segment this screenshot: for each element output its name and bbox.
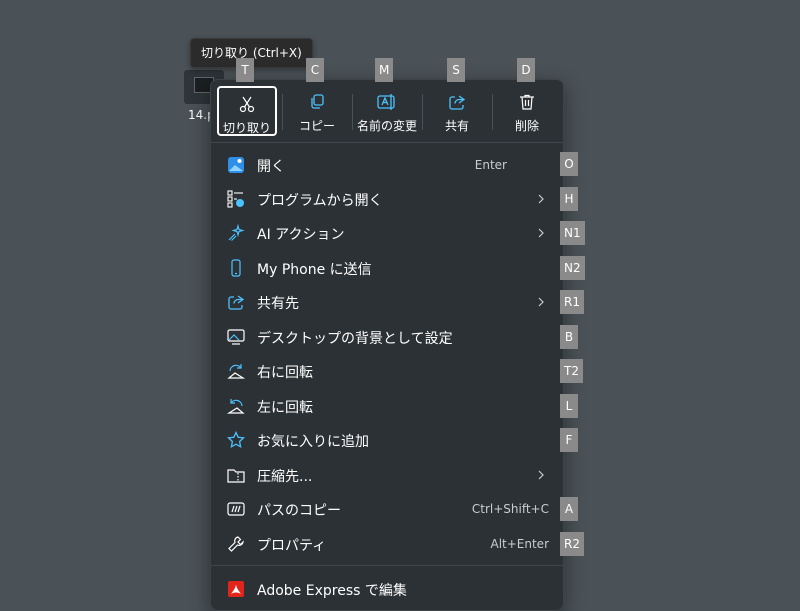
menu-item-label: 共有先 [257, 296, 299, 312]
menu-item-label: プロパティ [257, 538, 327, 554]
menu-item-share-to[interactable]: 共有先 [211, 285, 563, 319]
menu-item-set-background[interactable]: デスクトップの背景として設定 [211, 320, 563, 354]
sparkle-icon [227, 224, 245, 242]
share-button[interactable]: 共有 [427, 86, 487, 136]
star-icon [227, 431, 245, 449]
context-menu-toolbar: 切り取り コピー 名前の変更 共有 削除 [211, 80, 563, 142]
rename-icon [357, 93, 417, 111]
access-key-badge: O [560, 152, 578, 176]
rotate-left-icon [227, 397, 245, 415]
menu-item-rotate-left[interactable]: 左に回転 [211, 389, 563, 423]
menu-divider [211, 565, 563, 566]
access-key-badge: N2 [560, 256, 585, 280]
menu-item-properties[interactable]: プロパティ Alt+Enter [211, 527, 563, 561]
context-menu: 切り取り コピー 名前の変更 共有 削除 開く Enter プログラムから開く … [210, 79, 564, 611]
trash-icon [497, 93, 557, 111]
menu-item-label: My Phone に送信 [257, 262, 372, 278]
open-with-icon [227, 190, 245, 208]
wallpaper-icon [227, 328, 245, 346]
copy-label: コピー [298, 119, 335, 133]
access-key-badge: C [306, 58, 324, 82]
adobe-icon [227, 580, 245, 598]
menu-item-label: 圧縮先... [257, 469, 313, 485]
menu-item-label: 右に回転 [257, 365, 313, 381]
access-key-badge: R2 [560, 532, 584, 556]
menu-item-copy-path[interactable]: パスのコピー Ctrl+Shift+C [211, 492, 563, 526]
share-icon [227, 293, 245, 311]
menu-item-label: 開く [257, 159, 285, 175]
access-key-badge: B [560, 325, 578, 349]
rotate-right-icon [227, 362, 245, 380]
menu-item-adobe-express[interactable]: Adobe Express で編集 [211, 572, 563, 606]
copy-icon [287, 93, 347, 111]
share-label: 共有 [444, 119, 469, 133]
menu-item-label: お気に入りに追加 [257, 434, 369, 450]
access-key-badge: T [236, 58, 254, 82]
access-key-badge: M [375, 58, 394, 82]
menu-item-open[interactable]: 開く Enter [211, 148, 563, 182]
cut-label: 切り取り [222, 121, 271, 135]
menu-item-ai-actions[interactable]: AI アクション [211, 216, 563, 250]
menu-item-open-with[interactable]: プログラムから開く [211, 182, 563, 216]
scissors-icon [219, 95, 275, 113]
access-key-badge: L [560, 394, 578, 418]
chevron-right-icon [535, 193, 547, 205]
menu-item-compress[interactable]: 圧縮先... [211, 458, 563, 492]
access-key-badge: N1 [560, 221, 585, 245]
chevron-right-icon [535, 227, 547, 239]
access-key-badge: H [560, 187, 578, 211]
copy-path-icon [227, 500, 245, 518]
access-key-badge: F [560, 428, 578, 452]
menu-item-label: プログラムから開く [257, 193, 383, 209]
rename-button[interactable]: 名前の変更 [357, 86, 417, 136]
menu-item-shortcut: Alt+Enter [490, 537, 549, 551]
menu-item-shortcut: Ctrl+Shift+C [471, 502, 549, 516]
menu-item-my-phone[interactable]: My Phone に送信 [211, 251, 563, 285]
menu-divider [211, 142, 563, 143]
rename-label: 名前の変更 [356, 119, 417, 133]
access-key-badge: A [560, 497, 578, 521]
menu-item-shortcut: Enter [474, 158, 507, 172]
chevron-right-icon [535, 469, 547, 481]
phone-icon [227, 259, 245, 277]
menu-item-label: AI アクション [257, 227, 345, 243]
zip-folder-icon [227, 466, 245, 484]
menu-item-label: Adobe Express で編集 [257, 583, 407, 599]
menu-item-label: デスクトップの背景として設定 [257, 331, 453, 347]
image-open-icon [227, 156, 245, 174]
chevron-right-icon [535, 296, 547, 308]
access-key-badge: S [447, 58, 465, 82]
access-key-badge: D [517, 58, 535, 82]
access-key-badge: R1 [560, 290, 584, 314]
access-key-badge: T2 [560, 359, 583, 383]
copy-button[interactable]: コピー [287, 86, 347, 136]
menu-item-label: 左に回転 [257, 400, 313, 416]
cut-button[interactable]: 切り取り [217, 86, 277, 136]
delete-button[interactable]: 削除 [497, 86, 557, 136]
menu-item-add-favorites[interactable]: お気に入りに追加 [211, 423, 563, 457]
share-icon [427, 93, 487, 111]
menu-item-rotate-right[interactable]: 右に回転 [211, 354, 563, 388]
wrench-icon [227, 535, 245, 553]
delete-label: 削除 [514, 119, 539, 133]
menu-item-label: パスのコピー [257, 503, 341, 519]
